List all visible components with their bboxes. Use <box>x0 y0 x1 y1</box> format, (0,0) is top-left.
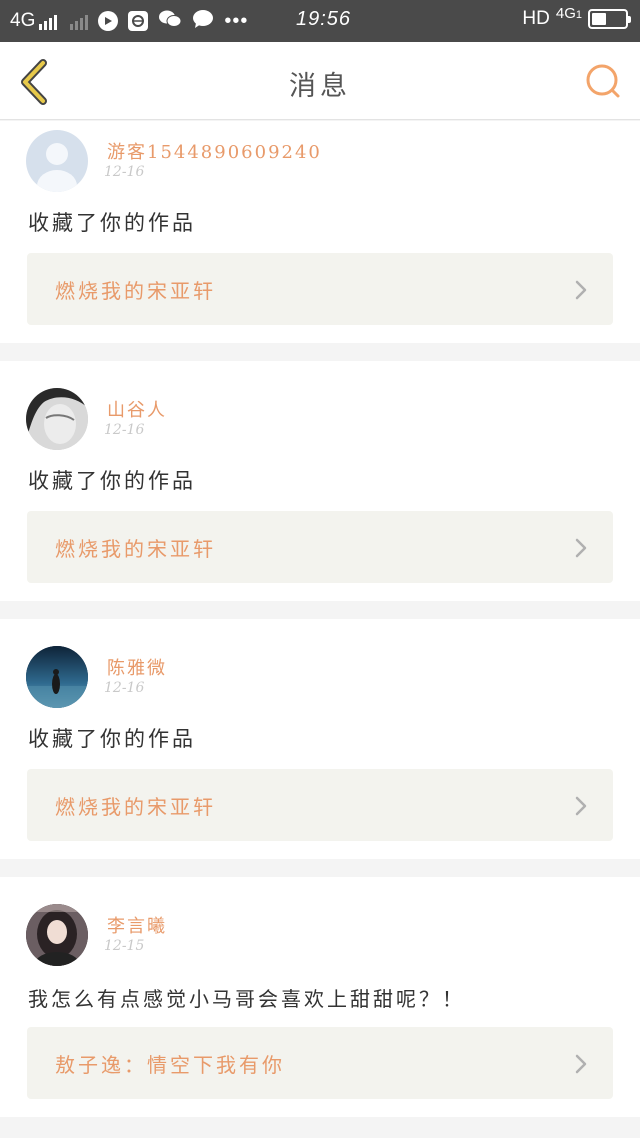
battery-fill <box>592 13 607 25</box>
work-link[interactable]: 敖子逸：情空下我有你 <box>27 1027 613 1099</box>
message-list[interactable]: 游客1544890609240 12-16 收藏了你的作品 燃烧我的宋亚轩 山谷… <box>0 121 640 1138</box>
status-right: HD 4G1 <box>522 5 631 30</box>
signal-dim-icon <box>70 12 89 30</box>
network-label-right: 4G1 <box>556 5 582 22</box>
chevron-right-icon <box>575 1054 587 1074</box>
message-card: 李言曦 12-15 我怎么有点感觉小马哥会喜欢上甜甜呢？！ 敖子逸：情空下我有你 <box>0 877 640 1117</box>
avatar[interactable] <box>26 130 88 192</box>
message-card: 游客1544890609240 12-16 收藏了你的作品 燃烧我的宋亚轩 <box>0 121 640 343</box>
work-link[interactable]: 燃烧我的宋亚轩 <box>27 511 613 583</box>
work-title: 燃烧我的宋亚轩 <box>55 537 216 561</box>
message-card: 陈雅微 12-16 收藏了你的作品 燃烧我的宋亚轩 <box>0 619 640 859</box>
message-text: 收藏了你的作品 <box>28 727 196 751</box>
username[interactable]: 山谷人 <box>107 396 167 422</box>
avatar[interactable] <box>26 388 88 450</box>
wechat-icon <box>158 9 182 34</box>
page-title: 消息 <box>289 71 351 102</box>
status-left: 4G ••• <box>10 9 248 34</box>
signal-icon <box>39 12 58 30</box>
status-bar: 4G ••• 19:56 HD 4G1 <box>0 0 640 42</box>
hd-label: HD <box>522 8 550 29</box>
sim-slot-label: 1 <box>575 8 582 21</box>
network-type-right: 4G <box>555 4 576 22</box>
search-button[interactable] <box>584 62 624 102</box>
search-icon <box>586 64 620 98</box>
username[interactable]: 陈雅微 <box>107 654 167 680</box>
battery-icon <box>588 9 631 29</box>
timestamp: 12-15 <box>104 938 145 954</box>
more-dots-icon: ••• <box>224 10 249 32</box>
message-text: 收藏了你的作品 <box>28 469 196 493</box>
work-link[interactable]: 燃烧我的宋亚轩 <box>27 769 613 841</box>
message-text: 我怎么有点感觉小马哥会喜欢上甜甜呢？！ <box>28 987 465 1011</box>
timestamp: 12-16 <box>104 422 145 438</box>
message-card: 山谷人 12-16 收藏了你的作品 燃烧我的宋亚轩 <box>0 361 640 601</box>
username[interactable]: 游客1544890609240 <box>107 138 322 164</box>
play-icon <box>98 11 119 31</box>
work-title: 燃烧我的宋亚轩 <box>55 279 216 303</box>
work-link[interactable]: 燃烧我的宋亚轩 <box>27 253 613 325</box>
chevron-right-icon <box>575 280 587 300</box>
network-label-left: 4G <box>10 10 36 31</box>
chevron-right-icon <box>575 796 587 816</box>
timestamp: 12-16 <box>104 164 145 180</box>
timestamp: 12-16 <box>104 680 145 696</box>
message-text: 收藏了你的作品 <box>28 211 196 235</box>
browser-icon <box>128 11 149 31</box>
work-title: 燃烧我的宋亚轩 <box>55 795 216 819</box>
message-icon <box>192 9 214 34</box>
status-time: 19:56 <box>296 8 352 30</box>
nav-bar: 消息 <box>0 42 640 120</box>
username[interactable]: 李言曦 <box>107 912 167 938</box>
avatar[interactable] <box>26 904 88 966</box>
work-title: 敖子逸：情空下我有你 <box>55 1053 285 1077</box>
avatar[interactable] <box>26 646 88 708</box>
chevron-right-icon <box>575 538 587 558</box>
